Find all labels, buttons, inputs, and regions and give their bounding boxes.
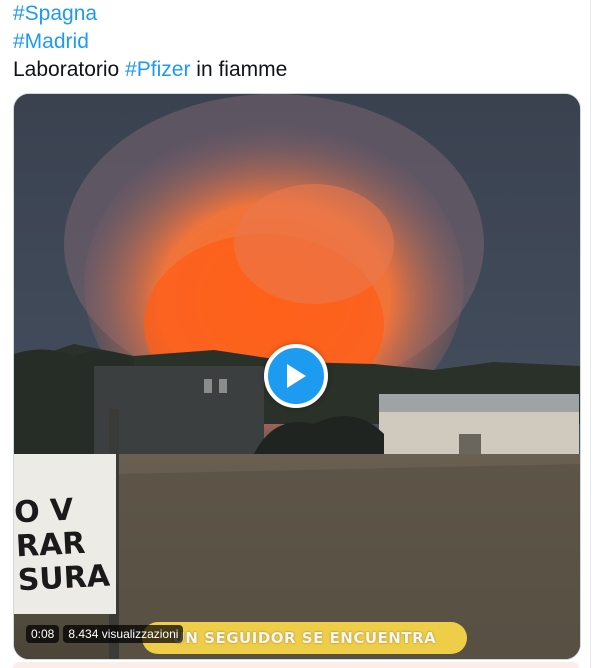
play-button[interactable] bbox=[264, 344, 328, 408]
line-3: Laboratorio #Pfizer in fiamme bbox=[13, 56, 287, 84]
protest-sign: O V RAR SURA bbox=[13, 492, 111, 599]
hashtag-madrid[interactable]: #Madrid bbox=[13, 30, 89, 53]
tweet-text-before: Laboratorio bbox=[13, 58, 126, 81]
video-meta: 0:08 8.434 visualizzazioni bbox=[26, 625, 184, 643]
page-border bbox=[590, 0, 597, 668]
line-1: #Spagna bbox=[13, 0, 287, 28]
video-views: 8.434 visualizzazioni bbox=[63, 625, 184, 643]
hashtag-pfizer[interactable]: #Pfizer bbox=[125, 58, 190, 81]
video-player[interactable]: O V RAR SURA UN SEGUIDOR SE ENCUENTRA 0:… bbox=[13, 93, 581, 660]
tweet-text: #Spagna #Madrid Laboratorio #Pfizer in f… bbox=[13, 0, 287, 84]
video-time: 0:08 bbox=[26, 625, 60, 643]
play-icon bbox=[287, 364, 306, 388]
video-caption-banner: UN SEGUIDOR SE ENCUENTRA bbox=[142, 622, 467, 654]
line-2: #Madrid bbox=[13, 28, 287, 56]
hashtag-spagna[interactable]: #Spagna bbox=[13, 2, 97, 25]
next-card-edge bbox=[13, 662, 579, 668]
tweet-text-after: in fiamme bbox=[190, 58, 288, 81]
